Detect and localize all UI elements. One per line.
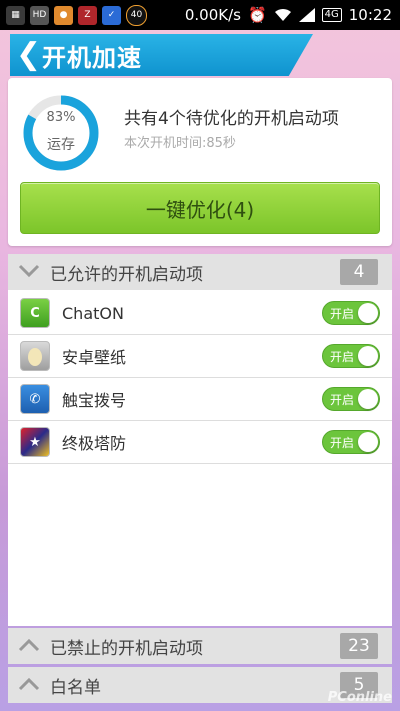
memory-percent: 83% bbox=[46, 110, 76, 125]
optimize-all-button[interactable]: 一键优化(4) bbox=[20, 182, 380, 234]
chevron-down-icon bbox=[14, 254, 44, 290]
wallpaper-egg-icon bbox=[20, 341, 50, 371]
watermark-logo: PConline bbox=[327, 690, 392, 705]
badge-icon: 40 bbox=[126, 4, 147, 26]
app-name: 终极塔防 bbox=[62, 434, 127, 453]
clock: 10:22 bbox=[348, 6, 392, 24]
tower-defense-icon: ★ bbox=[20, 427, 50, 457]
app-notification-icon: ● bbox=[54, 5, 73, 25]
memory-label: 运存 bbox=[47, 137, 75, 153]
badge-count: 40 bbox=[130, 10, 143, 20]
toggle-label: 开启 bbox=[330, 350, 355, 364]
startup-toggle[interactable]: 开启 bbox=[322, 344, 380, 368]
toggle-knob bbox=[358, 303, 378, 323]
app-name: ChatON bbox=[62, 303, 124, 323]
toggle-knob bbox=[358, 346, 378, 366]
z-app-icon: Z bbox=[78, 5, 97, 25]
chevron-up-icon bbox=[14, 667, 44, 703]
sim-icon: ▦ bbox=[6, 5, 25, 25]
toggle-knob bbox=[358, 389, 378, 409]
back-arrow-icon[interactable]: ❮ bbox=[16, 40, 41, 70]
list-item[interactable]: ✆ 触宝拨号 开启 bbox=[8, 378, 392, 421]
app-name: 安卓壁纸 bbox=[62, 348, 127, 367]
allowed-section-header[interactable]: 已允许的开机启动项 4 bbox=[8, 254, 392, 290]
title-bar: ❮ 开机加速 bbox=[10, 34, 313, 76]
summary-card: 83% 运存 共有4个待优化的开机启动项 本次开机时间:85秒 一键优化(4) bbox=[8, 78, 392, 246]
net-speed: 0.00K/s bbox=[184, 6, 241, 24]
toggle-label: 开启 bbox=[330, 307, 355, 321]
startup-toggle[interactable]: 开启 bbox=[322, 301, 380, 325]
page-title: 开机加速 bbox=[42, 43, 142, 72]
hd-icon: HD bbox=[30, 5, 49, 25]
list-item[interactable]: C ChatON 开启 bbox=[8, 292, 392, 335]
wifi-icon bbox=[274, 8, 291, 21]
alarm-icon: ⏰ bbox=[247, 6, 267, 24]
whitelist-section-title: 白名单 bbox=[50, 677, 101, 698]
memory-ring: 83% 运存 bbox=[22, 94, 100, 172]
chaton-icon: C bbox=[20, 298, 50, 328]
blocked-section-title: 已禁止的开机启动项 bbox=[50, 638, 203, 659]
toggle-label: 开启 bbox=[330, 436, 355, 450]
progress-ring bbox=[23, 95, 99, 171]
boot-time: 本次开机时间:85秒 bbox=[124, 136, 236, 151]
blocked-section-header[interactable]: 已禁止的开机启动项 23 bbox=[8, 628, 392, 664]
chevron-up-icon bbox=[14, 628, 44, 664]
allowed-section-title: 已允许的开机启动项 bbox=[50, 264, 203, 285]
startup-toggle[interactable]: 开启 bbox=[322, 387, 380, 411]
startup-toggle[interactable]: 开启 bbox=[322, 430, 380, 454]
pending-count-title: 共有4个待优化的开机启动项 bbox=[124, 109, 339, 129]
network-type: 4G bbox=[321, 8, 342, 22]
allowed-count-badge: 4 bbox=[340, 259, 378, 285]
signal-icon bbox=[298, 8, 315, 22]
phone-dialer-icon: ✆ bbox=[20, 384, 50, 414]
blocked-count-badge: 23 bbox=[340, 633, 378, 659]
list-item[interactable]: ★ 终极塔防 开启 bbox=[8, 421, 392, 464]
status-bar: ▦ HD ● Z ✓ 40 0.00K/s ⏰ 4G 10:22 bbox=[0, 0, 400, 30]
shield-app-icon: ✓ bbox=[102, 5, 121, 25]
toggle-label: 开启 bbox=[330, 393, 355, 407]
list-item[interactable]: 安卓壁纸 开启 bbox=[8, 335, 392, 378]
toggle-knob bbox=[358, 432, 378, 452]
app-name: 触宝拨号 bbox=[62, 391, 127, 410]
